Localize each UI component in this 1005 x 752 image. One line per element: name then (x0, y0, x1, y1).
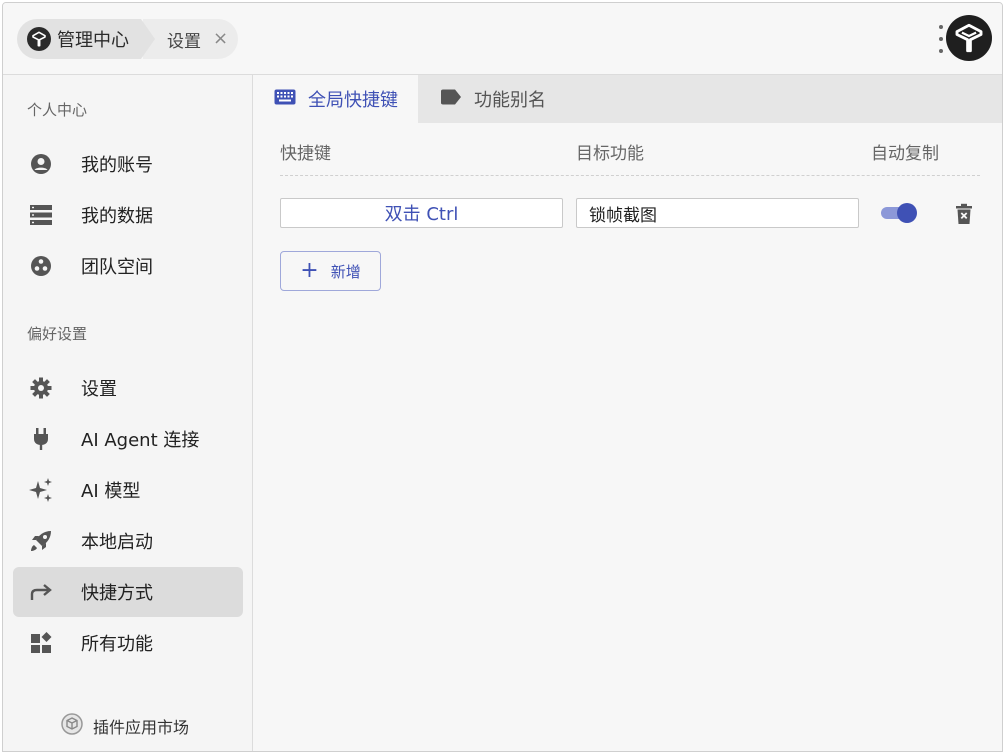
main-panel: 全局快捷键 功能别名 快捷键 目标功能 自动复制 双击 Ctrl 锁帧截图 + … (254, 75, 1002, 751)
plug-icon (27, 425, 55, 453)
gear-icon (27, 374, 55, 402)
shortcut-key-field[interactable]: 双击 Ctrl (280, 198, 563, 228)
sidebar-item-label: 我的数据 (81, 206, 153, 227)
tab-global-shortcuts[interactable]: 全局快捷键 (254, 75, 418, 123)
sidebar-item-label: AI Agent 连接 (81, 430, 200, 451)
column-header-auto-copy: 自动复制 (871, 144, 939, 164)
breadcrumb-item-admin-center[interactable]: 管理中心 (17, 19, 155, 59)
target-function-field[interactable]: 锁帧截图 (576, 198, 859, 228)
sidebar-item-label: 我的账号 (81, 155, 153, 176)
sidebar-item-label: 设置 (81, 379, 117, 400)
keyboard-icon (274, 89, 296, 110)
tab-label: 全局快捷键 (308, 90, 398, 111)
breadcrumb-label: 设置 (167, 31, 201, 52)
title-bar: 管理中心 设置 × (3, 3, 1002, 75)
sidebar: 个人中心 我的账号 我的数据 团队空间 偏好设置 设置 AI Agent 连接 … (3, 75, 253, 751)
sidebar-item-my-data[interactable]: 我的数据 (13, 190, 243, 240)
app-avatar-logo-icon[interactable] (946, 15, 992, 61)
sidebar-item-label: 本地启动 (81, 532, 153, 553)
sidebar-item-team-space[interactable]: 团队空间 (13, 241, 243, 291)
sidebar-item-all-features[interactable]: 所有功能 (13, 618, 243, 668)
sidebar-item-my-account[interactable]: 我的账号 (13, 139, 243, 189)
header-divider (280, 175, 980, 176)
auto-copy-toggle[interactable] (879, 201, 919, 225)
plugin-market-label: 插件应用市场 (93, 718, 190, 737)
column-header-shortcut: 快捷键 (280, 144, 331, 164)
rocket-icon (27, 527, 55, 555)
storage-icon (27, 201, 55, 229)
breadcrumb-label: 管理中心 (57, 30, 129, 51)
widgets-icon (27, 629, 55, 657)
tab-bar: 全局快捷键 功能别名 (254, 75, 1002, 123)
sidebar-item-local-launch[interactable]: 本地启动 (13, 516, 243, 566)
add-shortcut-button[interactable]: + 新增 (280, 251, 381, 291)
sidebar-item-label: 团队空间 (81, 257, 153, 278)
account-circle-icon (27, 150, 55, 178)
close-icon[interactable]: × (213, 30, 228, 48)
sidebar-item-shortcuts[interactable]: 快捷方式 (13, 567, 243, 617)
sidebar-item-label: AI 模型 (81, 481, 141, 502)
sidebar-item-ai-agent[interactable]: AI Agent 连接 (13, 414, 243, 464)
tab-label: 功能别名 (474, 90, 546, 111)
breadcrumb: 管理中心 设置 × (17, 19, 239, 59)
section-label-preferences: 偏好设置 (27, 325, 88, 343)
label-tag-icon (440, 89, 462, 110)
plus-icon: + (300, 258, 319, 283)
plugin-market-link[interactable]: 插件应用市场 (61, 713, 189, 739)
sparkle-icon (27, 476, 55, 504)
delete-icon[interactable] (953, 202, 975, 226)
sidebar-item-label: 快捷方式 (81, 583, 153, 604)
shortcut-arrow-icon (27, 578, 55, 606)
team-icon (27, 252, 55, 280)
app-logo-icon (27, 27, 51, 51)
sidebar-item-ai-model[interactable]: AI 模型 (13, 465, 243, 515)
more-menu-icon[interactable] (938, 25, 944, 53)
tab-function-alias[interactable]: 功能别名 (420, 75, 566, 123)
sidebar-item-label: 所有功能 (81, 634, 153, 655)
add-button-label: 新增 (330, 262, 361, 281)
cube-icon (61, 713, 83, 739)
breadcrumb-item-settings[interactable]: 设置 × (143, 19, 239, 59)
sidebar-item-settings[interactable]: 设置 (13, 363, 243, 413)
section-label-personal: 个人中心 (27, 101, 88, 119)
column-header-target: 目标功能 (576, 144, 644, 164)
app-window: 管理中心 设置 × 个人中心 我的账号 我的数据 团队空间 偏好设置 设置 AI… (2, 2, 1003, 752)
